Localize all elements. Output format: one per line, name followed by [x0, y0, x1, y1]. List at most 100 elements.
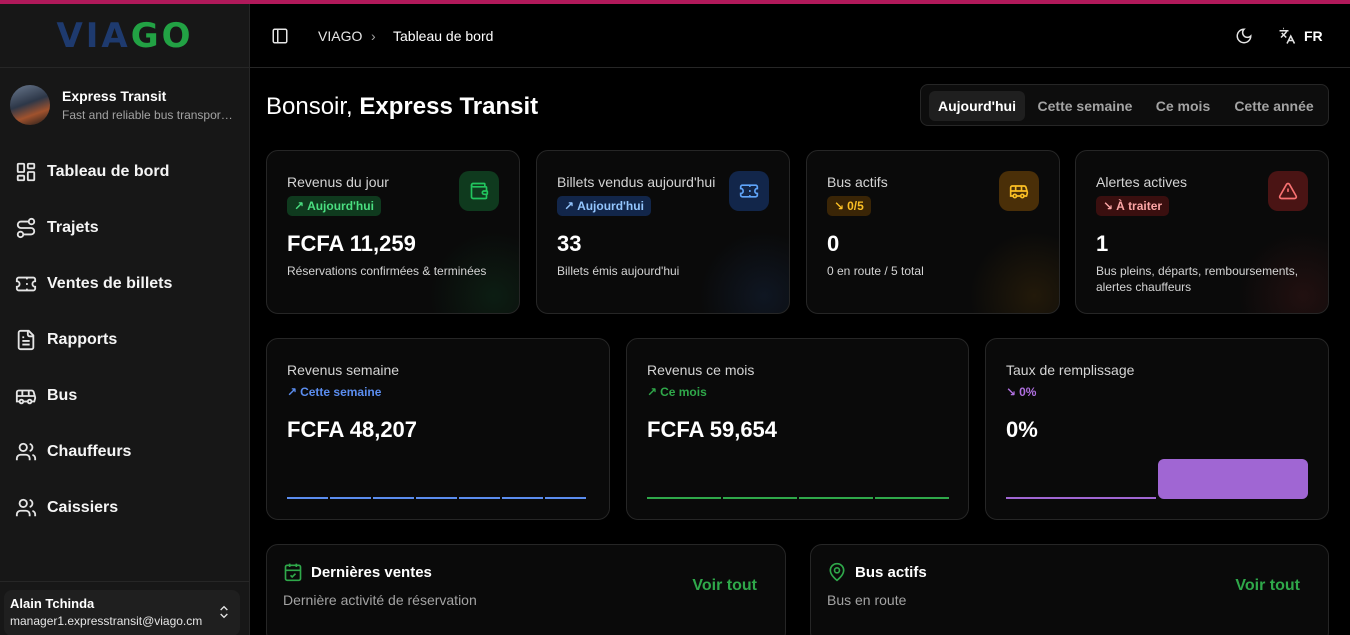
stat-card-tickets: Billets vendus aujourd'hui ↗ Aujourd'hui …: [536, 150, 790, 314]
logo-part-1: VIA: [56, 15, 131, 56]
tab-today[interactable]: Aujourd'hui: [929, 91, 1025, 121]
moon-icon[interactable]: [1235, 27, 1253, 45]
view-all-buses-link[interactable]: Voir tout: [1235, 577, 1300, 595]
wallet-icon: [459, 171, 499, 211]
sidebar-nav: Tableau de bord Trajets Ventes de billet…: [0, 144, 250, 536]
card-value: FCFA 59,654: [647, 417, 778, 442]
view-all-sales-link[interactable]: Voir tout: [692, 577, 757, 595]
panel-title: Dernières ventes: [311, 564, 432, 581]
stat-card-active-buses: Bus actifs ↘ 0/5 0 0 en route / 5 total: [806, 150, 1060, 314]
logo-part-2: GO: [130, 15, 194, 56]
user-menu-button[interactable]: Alain Tchinda manager1.expresstransit@vi…: [4, 590, 240, 635]
stat-card-alerts: Alertes actives ↘ À traiter 1 Bus pleins,…: [1075, 150, 1329, 314]
users-icon: [15, 498, 37, 517]
panel-title: Bus actifs: [855, 564, 927, 581]
sidebar-item-bus[interactable]: Bus: [0, 368, 250, 424]
trend-label: ↗ Ce mois: [647, 385, 707, 399]
card-title: Taux de remplissage: [1006, 362, 1135, 378]
dashboard-icon: [16, 162, 36, 182]
status-badge: ↗ Aujourd'hui: [557, 196, 651, 216]
sidebar-item-chauffeurs[interactable]: Chauffeurs: [0, 424, 250, 480]
card-title: Revenus du jour: [287, 174, 389, 190]
fill-rate-line: [1006, 497, 1156, 499]
translate-icon[interactable]: [1278, 27, 1296, 45]
card-value: 33: [557, 231, 582, 256]
logo[interactable]: VIA GO: [0, 4, 250, 68]
trend-up-icon: ↗: [287, 385, 298, 399]
revenue-week-card: Revenus semaine ↗ Cette semaine FCFA 48,2…: [266, 338, 610, 520]
company-switcher[interactable]: Express Transit Fast and reliable bus tr…: [10, 84, 242, 126]
card-value: 0%: [1006, 417, 1038, 442]
card-value: FCFA 48,207: [287, 417, 418, 442]
alert-triangle-icon: [1268, 171, 1308, 211]
status-badge: ↘ À traiter: [1096, 196, 1170, 216]
recent-sales-panel: Dernières ventes Dernière activité de ré…: [266, 544, 786, 635]
card-subtitle: Bus pleins, départs, remboursements, ale…: [1096, 264, 1299, 294]
user-name: Alain Tchinda: [10, 596, 95, 611]
sidebar-item-caissiers[interactable]: Caissiers: [0, 480, 250, 536]
tab-year[interactable]: Cette année: [1227, 91, 1321, 121]
trend-down-icon: ↘: [834, 199, 845, 213]
top-header: VIAGO › Tableau de bord FR: [250, 4, 1350, 68]
calendar-check-icon: [284, 563, 302, 582]
trend-up-icon: ↗: [647, 385, 658, 399]
ticket-icon: [729, 171, 769, 211]
breadcrumb-current: Tableau de bord: [393, 28, 494, 44]
card-value: FCFA 11,259: [287, 231, 416, 256]
users-icon: [15, 442, 37, 461]
sidebar-toggle-icon[interactable]: [271, 27, 289, 45]
sidebar-item-trajets[interactable]: Trajets: [0, 200, 250, 256]
sidebar-item-label: Caissiers: [47, 499, 119, 516]
company-avatar: [10, 85, 50, 125]
sidebar-item-rapports[interactable]: Rapports: [0, 312, 250, 368]
card-value: 1: [1096, 231, 1109, 256]
company-name: Express Transit: [62, 88, 167, 104]
revenue-month-card: Revenus ce mois ↗ Ce mois FCFA 59,654: [626, 338, 969, 520]
tab-week[interactable]: Cette semaine: [1031, 91, 1139, 121]
route-icon: [16, 217, 36, 239]
panel-subtitle: Dernière activité de réservation: [283, 592, 477, 608]
chevrons-up-down-icon: [220, 605, 228, 619]
sidebar-item-label: Chauffeurs: [47, 443, 132, 460]
sidebar-item-tableau-de-bord[interactable]: Tableau de bord: [0, 144, 250, 200]
trend-down-icon: ↘: [1006, 385, 1017, 399]
company-description: Fast and reliable bus transport...: [62, 108, 234, 122]
bus-icon: [15, 389, 37, 405]
breadcrumb-separator: ›: [371, 28, 376, 44]
card-title: Revenus ce mois: [647, 362, 755, 378]
fill-rate-bar: [1158, 459, 1308, 499]
card-value: 0: [827, 231, 840, 256]
active-buses-panel: Bus actifs Bus en route Voir tout: [810, 544, 1329, 635]
trend-down-icon: ↘: [1103, 199, 1114, 213]
page-greeting: Bonsoir, Express Transit: [266, 93, 538, 121]
status-badge: ↗ Aujourd'hui: [287, 196, 381, 216]
sparkline: [287, 494, 586, 500]
trend-up-icon: ↗: [294, 199, 305, 213]
breadcrumb-root[interactable]: VIAGO: [318, 28, 362, 44]
fill-rate-card: Taux de remplissage ↘ 0% 0%: [985, 338, 1329, 520]
panel-subtitle: Bus en route: [827, 592, 907, 608]
user-menu-area: Alain Tchinda manager1.expresstransit@vi…: [0, 581, 250, 635]
bus-icon: [999, 171, 1039, 211]
tab-month[interactable]: Ce mois: [1147, 91, 1219, 121]
card-title: Billets vendus aujourd'hui: [557, 174, 716, 190]
map-pin-icon: [829, 562, 845, 582]
stat-card-revenue: Revenus du jour ↗ Aujourd'hui FCFA 11,259…: [266, 150, 520, 314]
language-selector[interactable]: FR: [1304, 28, 1323, 44]
greeting-prefix: Bonsoir,: [266, 93, 353, 120]
sidebar-item-ventes-de-billets[interactable]: Ventes de billets: [0, 256, 250, 312]
ticket-icon: [15, 276, 37, 292]
sidebar-item-label: Bus: [47, 387, 78, 404]
sparkline: [647, 494, 949, 500]
sidebar-item-label: Rapports: [47, 331, 118, 348]
trend-up-icon: ↗: [564, 199, 575, 213]
card-title: Bus actifs: [827, 174, 888, 190]
trend-label: ↘ 0%: [1006, 385, 1037, 399]
sidebar: VIA GO Express Transit Fast and reliable …: [0, 4, 250, 635]
user-email: manager1.expresstransit@viago.cm: [10, 614, 203, 628]
sidebar-item-label: Trajets: [47, 219, 99, 236]
trend-label: ↗ Cette semaine: [287, 385, 382, 399]
status-badge: ↘ 0/5: [827, 196, 871, 216]
sidebar-item-label: Ventes de billets: [47, 275, 173, 292]
card-title: Revenus semaine: [287, 362, 400, 378]
